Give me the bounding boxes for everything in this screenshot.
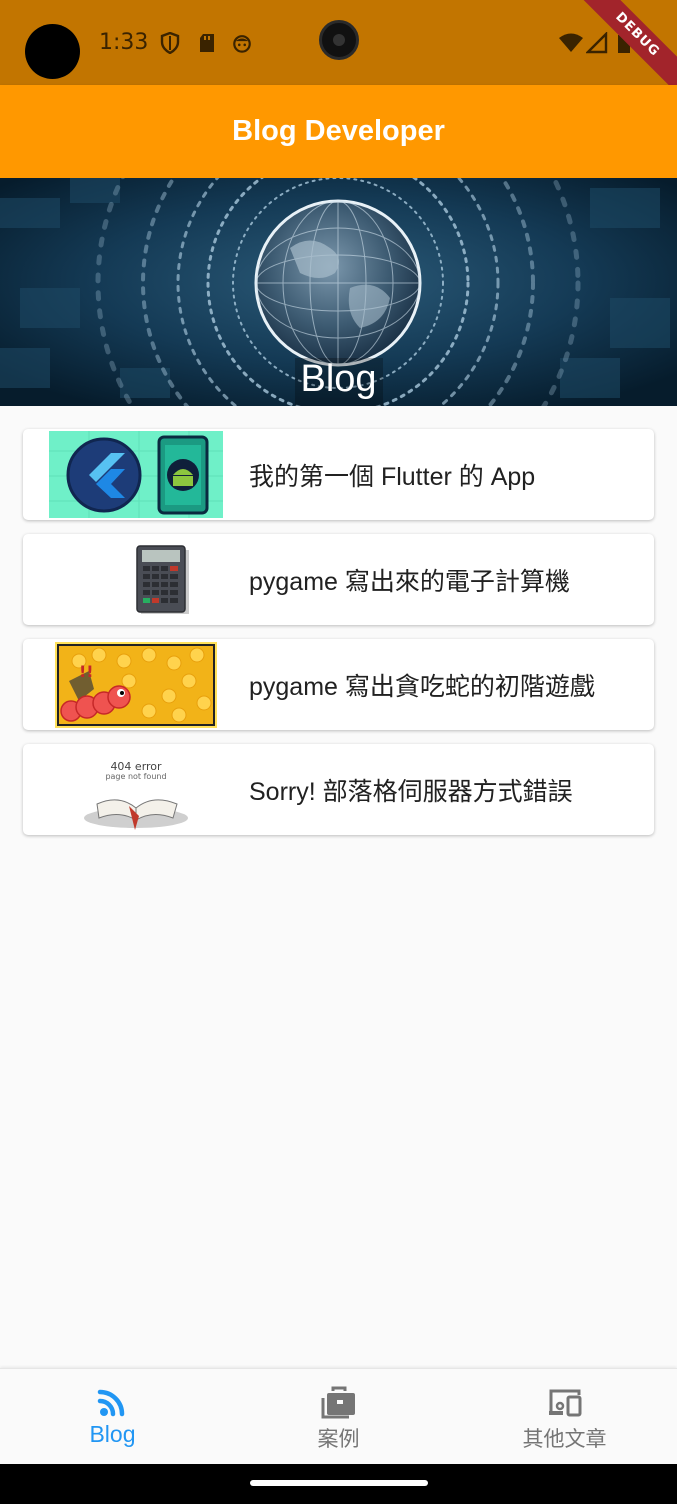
status-bar: 1:33 DEBUG <box>0 0 677 101</box>
list-item[interactable]: pygame 寫出來的電子計算機 <box>23 534 654 625</box>
nav-item-cases[interactable]: 案例 <box>226 1369 451 1465</box>
camera-cutout <box>25 24 80 79</box>
briefcase-icon <box>321 1386 355 1419</box>
status-time: 1:33 <box>99 30 149 55</box>
devices-icon <box>548 1389 581 1417</box>
nav-item-blog[interactable]: Blog <box>0 1369 225 1465</box>
nav-item-other-articles[interactable]: 其他文章 <box>452 1369 677 1465</box>
flutter-android-icon <box>49 431 223 518</box>
nav-label: 其他文章 <box>522 1428 607 1451</box>
nav-label: 案例 <box>317 1428 360 1451</box>
bottom-navigation: Blog 案例 其他文章 <box>0 1368 677 1464</box>
list-item[interactable]: !! pygame 寫出貪吃蛇的初階遊戲 <box>23 639 654 730</box>
app-bar: Blog Developer <box>0 85 677 178</box>
wifi-icon <box>559 33 583 52</box>
system-navigation-bar <box>0 1464 677 1504</box>
svg-text:page not found: page not found <box>105 772 166 781</box>
list-item[interactable]: 404 error page not found Sorry! 部落格伺服器方式… <box>23 744 654 835</box>
calculator-icon <box>49 536 223 623</box>
rss-icon <box>97 1389 124 1417</box>
list-item[interactable]: 我的第一個 Flutter 的 App <box>23 429 654 520</box>
banner-label: Blog <box>300 358 377 400</box>
nav-label: Blog <box>89 1421 136 1447</box>
signal-icon <box>586 32 608 54</box>
shield-icon <box>160 32 180 54</box>
snake-game-icon: !! <box>49 641 223 728</box>
face-icon <box>233 35 251 53</box>
article-list: 我的第一個 Flutter 的 App pygame 寫出來的電子計算機 !! … <box>23 429 654 849</box>
front-camera <box>319 20 359 60</box>
sd-card-icon <box>200 34 214 52</box>
app-title: Blog Developer <box>232 115 445 147</box>
home-gesture-handle[interactable] <box>250 1480 428 1486</box>
svg-text:!!: !! <box>79 662 94 681</box>
article-title: 我的第一個 Flutter 的 App <box>249 462 536 491</box>
article-title: Sorry! 部落格伺服器方式錯誤 <box>249 777 573 806</box>
article-title: pygame 寫出貪吃蛇的初階遊戲 <box>249 672 595 701</box>
404-book-icon: 404 error page not found <box>49 746 223 833</box>
article-title: pygame 寫出來的電子計算機 <box>249 567 570 596</box>
